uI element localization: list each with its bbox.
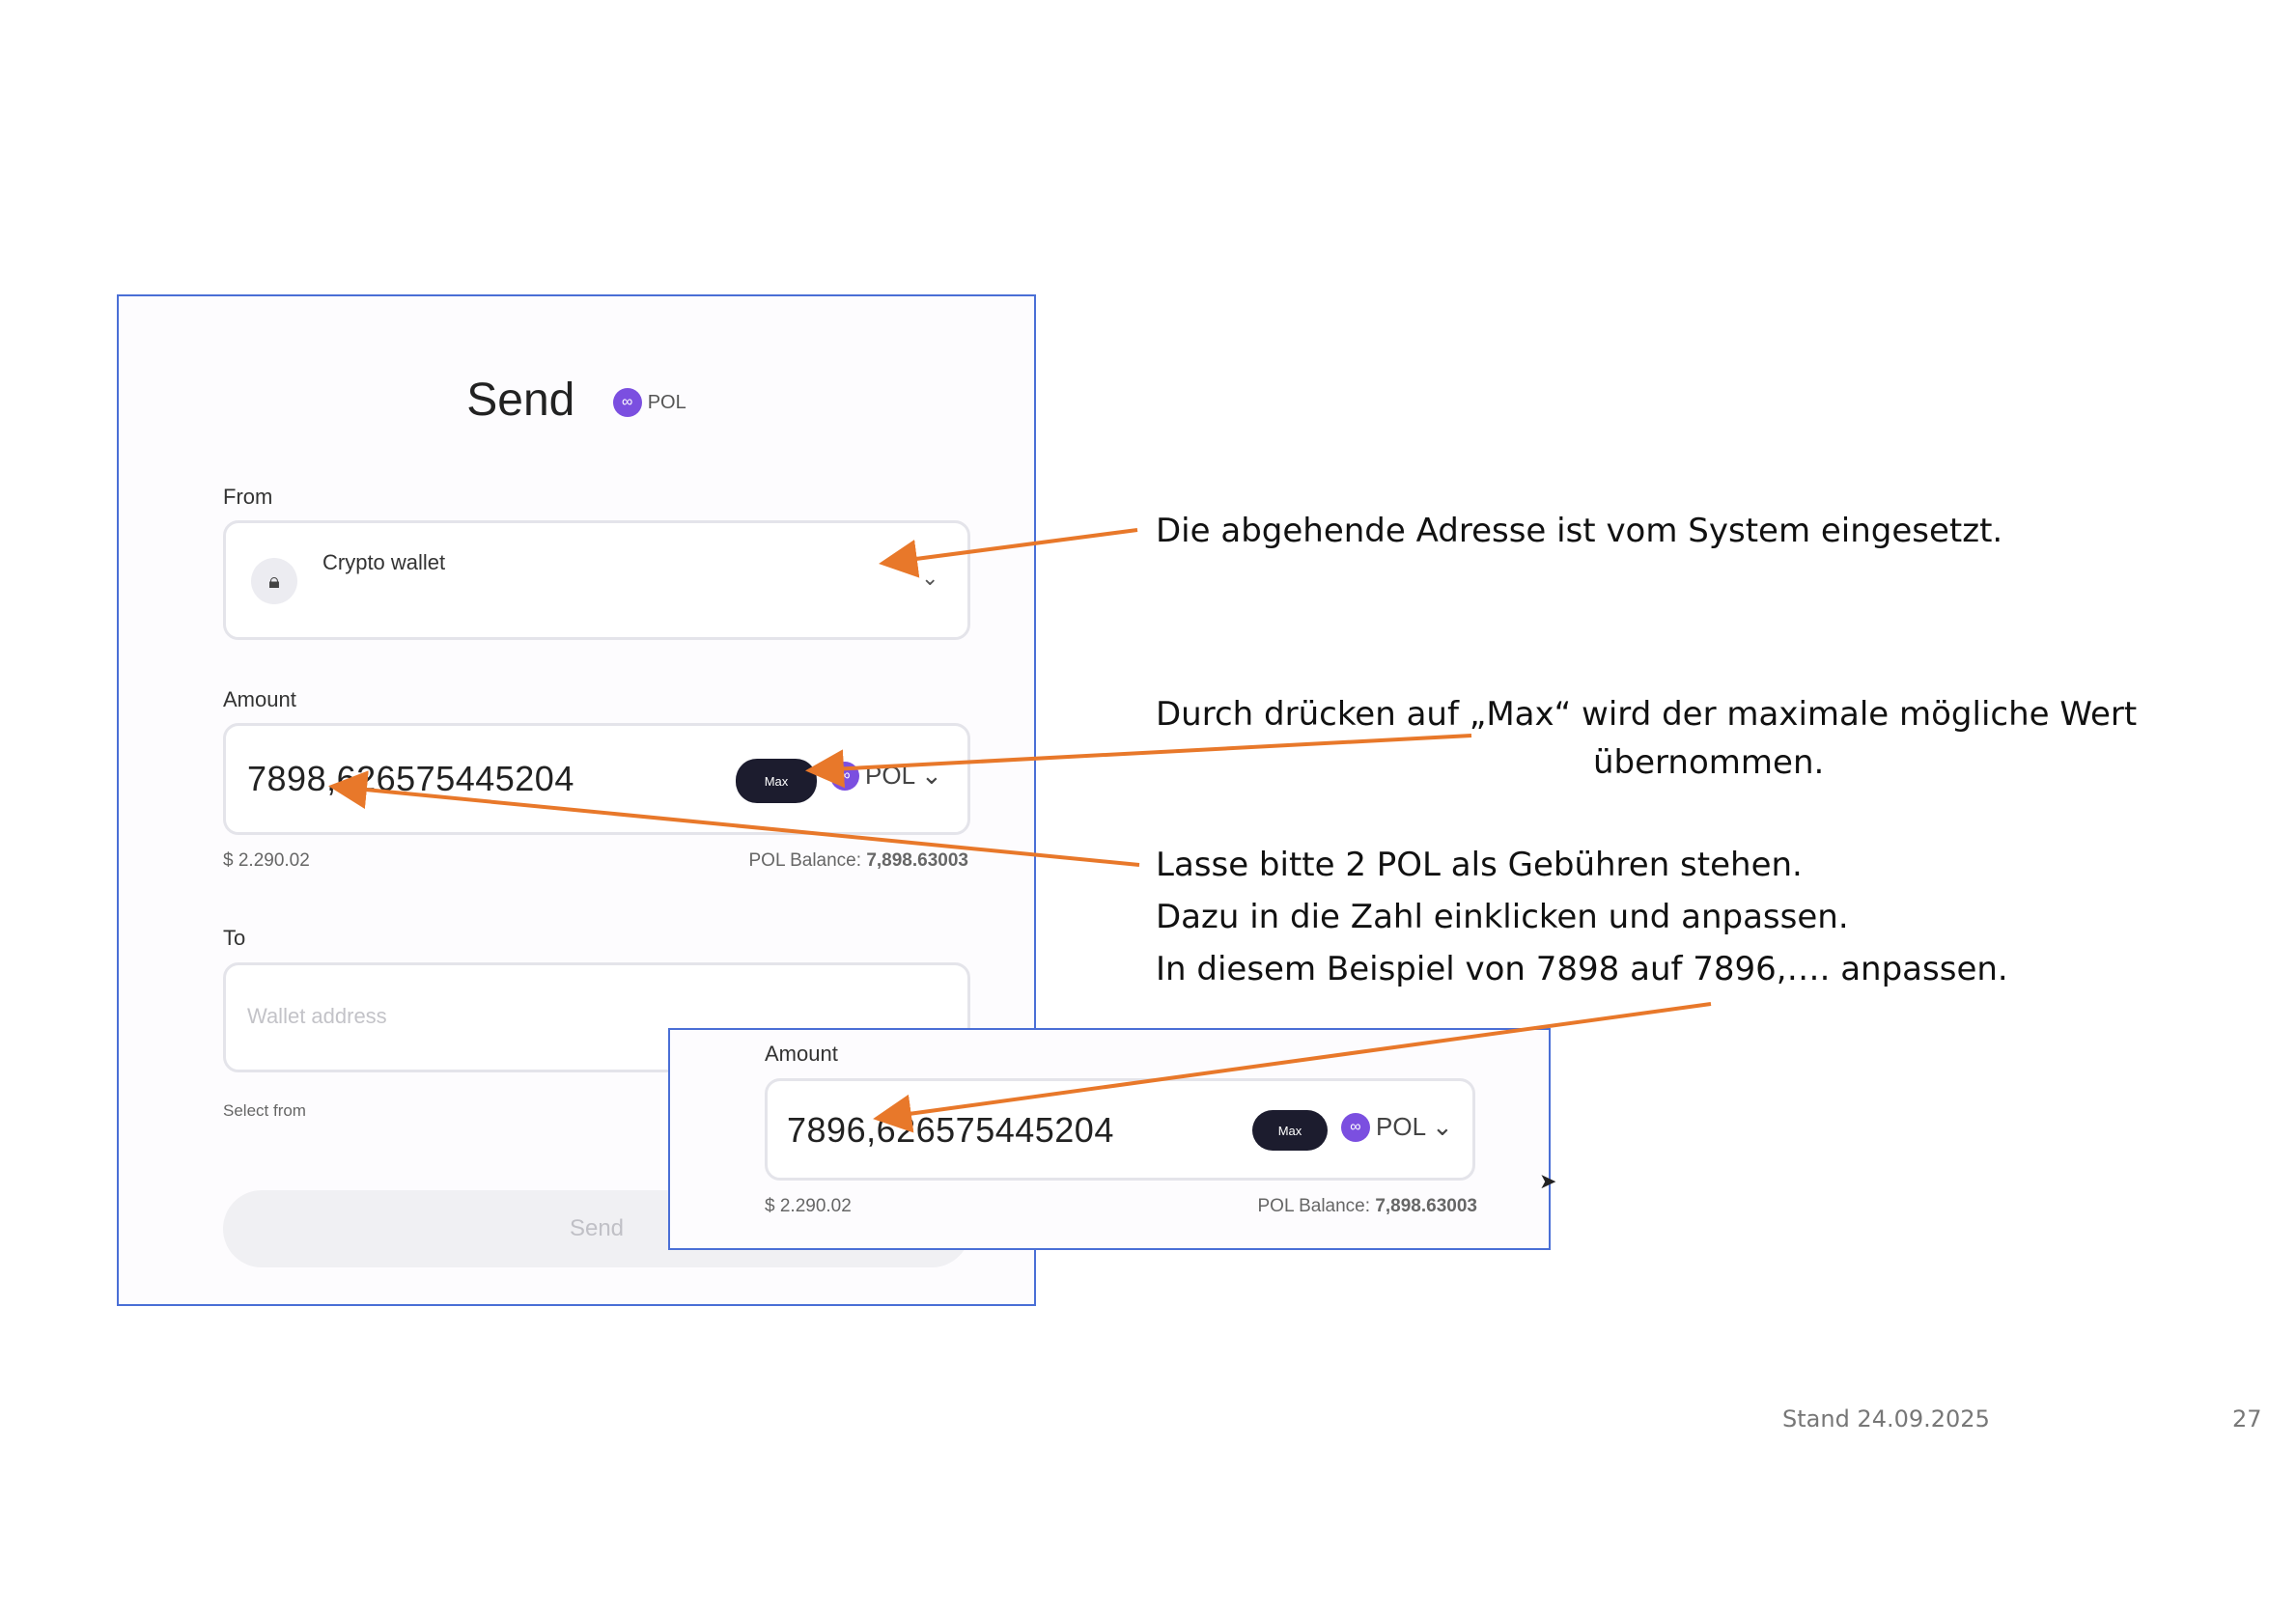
annotation-arrows <box>328 528 1712 1133</box>
arrow-from-address <box>879 528 1138 578</box>
arrow-amount <box>328 770 1140 867</box>
arrow-adjusted-amount <box>873 1002 1712 1133</box>
footer-stand-date: Stand 24.09.2025 <box>1782 1405 1990 1432</box>
arrow-max <box>805 734 1472 789</box>
page-number: 27 <box>2232 1405 2262 1432</box>
